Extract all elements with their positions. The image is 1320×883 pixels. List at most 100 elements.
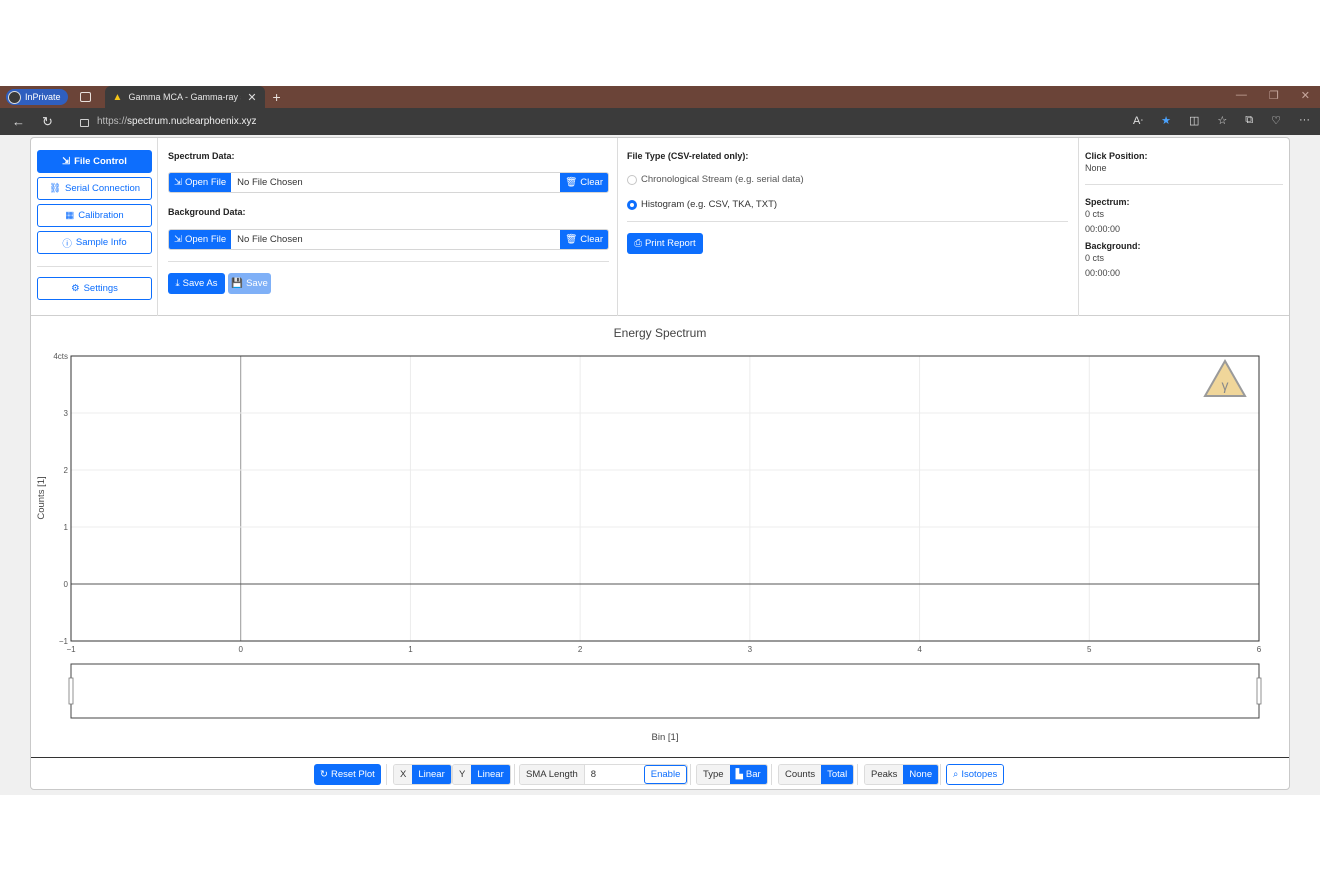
- file-import-icon: ⇲: [174, 234, 182, 245]
- toolbar-divider: [857, 764, 858, 785]
- file-control-panel: Spectrum Data: ⇲ Open File No File Chose…: [158, 138, 618, 316]
- print-report-button[interactable]: ⎙ Print Report: [627, 233, 703, 254]
- info-panel: Click Position: None Spectrum: 0 cts 00:…: [1079, 138, 1289, 316]
- avatar: [8, 90, 21, 104]
- nav-calibration-button[interactable]: ▦ Calibration: [37, 204, 152, 227]
- isotopes-button[interactable]: ⌕ Isotopes: [946, 764, 1005, 785]
- spectrum-time: 00:00:00: [1085, 224, 1121, 234]
- background-open-file-button[interactable]: ⇲ Open File: [169, 230, 232, 249]
- spectrum-clear-button[interactable]: 🗑 Clear: [560, 173, 608, 192]
- tab-title: Gamma MCA - Gamma-ray spec: [128, 92, 241, 102]
- peaks-toggle[interactable]: None: [903, 765, 939, 784]
- x-tick-label: 4: [917, 645, 922, 654]
- minimize-icon[interactable]: —: [1236, 89, 1247, 102]
- counts-label: Counts: [779, 765, 822, 784]
- y-scale-toggle[interactable]: Linear: [471, 765, 510, 784]
- x-axis-label: Bin [1]: [652, 732, 679, 743]
- spectrum-counts: 0 cts: [1085, 209, 1105, 219]
- favorite-star-icon[interactable]: ★: [1161, 114, 1171, 127]
- y-axis-label: Counts [1]: [36, 476, 47, 519]
- nav-divider: [37, 266, 152, 267]
- toolbar-divider: [940, 764, 941, 785]
- url-field[interactable]: https://spectrum.nuclearphoenix.xyz: [80, 116, 257, 127]
- chart-title: Energy Spectrum: [614, 326, 707, 340]
- y-tick-label: 3: [64, 409, 69, 418]
- refresh-icon: ↻: [320, 769, 328, 780]
- back-icon[interactable]: ←: [12, 114, 30, 129]
- toolbar-divider: [386, 764, 387, 785]
- split-screen-icon[interactable]: ◫: [1189, 114, 1199, 127]
- sma-length-input[interactable]: 8: [583, 765, 644, 784]
- browser-tab[interactable]: ▲ Gamma MCA - Gamma-ray spec ✕: [104, 86, 265, 108]
- more-menu-icon[interactable]: ···: [1299, 114, 1310, 127]
- nav-column: ⇲ File Control ⛓ Serial Connection ▦ Cal…: [31, 138, 158, 316]
- reset-plot-group: ↻ Reset Plot: [314, 764, 381, 785]
- spectrum-chart-svg[interactable]: Energy Spectrum −1 0 1 2 3 4cts −1 0 1 2 3 4 5 6 Cou…: [31, 316, 1289, 757]
- performance-icon[interactable]: ♡: [1271, 114, 1281, 127]
- file-type-label: File Type (CSV-related only):: [627, 151, 749, 161]
- plot-toolbar: ↻ Reset Plot X Linear Y Linear SMA Lengt…: [31, 757, 1289, 790]
- inprivate-badge[interactable]: InPrivate: [6, 89, 68, 105]
- isotopes-group: ⌕ Isotopes: [946, 764, 1005, 785]
- y-tick-label: 0: [64, 580, 69, 589]
- new-tab-icon[interactable]: +: [273, 89, 281, 105]
- tab-actions-icon[interactable]: [79, 92, 91, 102]
- gear-icon: ⚙: [71, 283, 80, 294]
- radio-chronological-stream[interactable]: Chronological Stream (e.g. serial data): [627, 174, 804, 185]
- refresh-icon[interactable]: ↻: [42, 114, 60, 130]
- radio-histogram[interactable]: Histogram (e.g. CSV, TKA, TXT): [627, 199, 777, 210]
- spectrum-plot[interactable]: Energy Spectrum −1 0 1 2 3 4cts −1 0 1 2 3 4 5 6 Cou…: [31, 316, 1289, 757]
- close-window-icon[interactable]: ✕: [1301, 89, 1310, 102]
- type-divider: [627, 221, 1068, 222]
- range-slider[interactable]: [70, 663, 1260, 719]
- warning-icon: ▲: [112, 91, 123, 103]
- toolbar-divider: [514, 764, 515, 785]
- save-as-button[interactable]: ⤓ Save As: [168, 273, 225, 294]
- read-aloud-icon[interactable]: Aᐧ: [1133, 114, 1143, 127]
- spectrum-info-label: Spectrum:: [1085, 197, 1130, 207]
- plot-type-label: Type: [697, 765, 730, 784]
- range-slider-left-handle[interactable]: [68, 677, 74, 705]
- nav-sample-info-button[interactable]: ⓘ Sample Info: [37, 231, 152, 254]
- background-clear-button[interactable]: 🗑 Clear: [560, 230, 608, 249]
- close-tab-icon[interactable]: ✕: [247, 91, 256, 104]
- download-icon: ⤓: [175, 278, 180, 289]
- favorites-icon[interactable]: ☆: [1217, 114, 1227, 127]
- nav-file-control-button[interactable]: ⇲ File Control: [37, 150, 152, 173]
- address-bar: ← ↻ https://spectrum.nuclearphoenix.xyz …: [0, 108, 1320, 135]
- y-scale-label: Y: [453, 765, 472, 784]
- url-host: spectrum.nuclearphoenix.xyz: [127, 116, 257, 127]
- lock-icon: [80, 118, 89, 127]
- spectrum-open-file-button[interactable]: ⇲ Open File: [169, 173, 232, 192]
- plot-type-toggle[interactable]: ▙ Bar: [729, 765, 767, 784]
- toolbar-divider: [771, 764, 772, 785]
- collections-icon[interactable]: ⧉: [1245, 114, 1253, 127]
- floppy-icon: 💾: [231, 278, 244, 289]
- file-divider: [168, 261, 609, 262]
- nav-serial-connection-button[interactable]: ⛓ Serial Connection: [37, 177, 152, 200]
- x-tick-label: 3: [748, 645, 753, 654]
- radio-histogram-label: Histogram (e.g. CSV, TKA, TXT): [641, 199, 778, 210]
- save-button[interactable]: 💾 Save: [228, 273, 271, 294]
- background-file-name: No File Chosen: [237, 234, 303, 245]
- y-tick-label: 4cts: [53, 352, 68, 361]
- reset-plot-button[interactable]: ↻ Reset Plot: [314, 764, 381, 785]
- nav-settings-button[interactable]: ⚙ Settings: [37, 277, 152, 300]
- sma-enable-button[interactable]: Enable: [643, 765, 688, 784]
- x-scale-group: X Linear: [393, 764, 452, 785]
- counts-toggle[interactable]: Total: [821, 765, 854, 784]
- file-type-panel: File Type (CSV-related only): Chronologi…: [618, 138, 1079, 316]
- plot-type-value: Bar: [745, 769, 761, 780]
- click-position-value: None: [1085, 163, 1107, 173]
- info-icon: ⓘ: [62, 238, 72, 250]
- svg-text:γ: γ: [1222, 377, 1229, 393]
- y-scale-group: Y Linear: [452, 764, 511, 785]
- reset-plot-label: Reset Plot: [330, 769, 375, 780]
- plot-type-group: Type ▙ Bar: [696, 764, 768, 785]
- spectrum-data-label: Spectrum Data:: [168, 151, 235, 161]
- x-scale-toggle[interactable]: Linear: [412, 765, 451, 784]
- x-tick-label: 2: [578, 645, 583, 654]
- x-tick-label: −1: [66, 645, 76, 654]
- range-slider-right-handle[interactable]: [1256, 677, 1262, 705]
- restore-icon[interactable]: ❐: [1269, 89, 1279, 102]
